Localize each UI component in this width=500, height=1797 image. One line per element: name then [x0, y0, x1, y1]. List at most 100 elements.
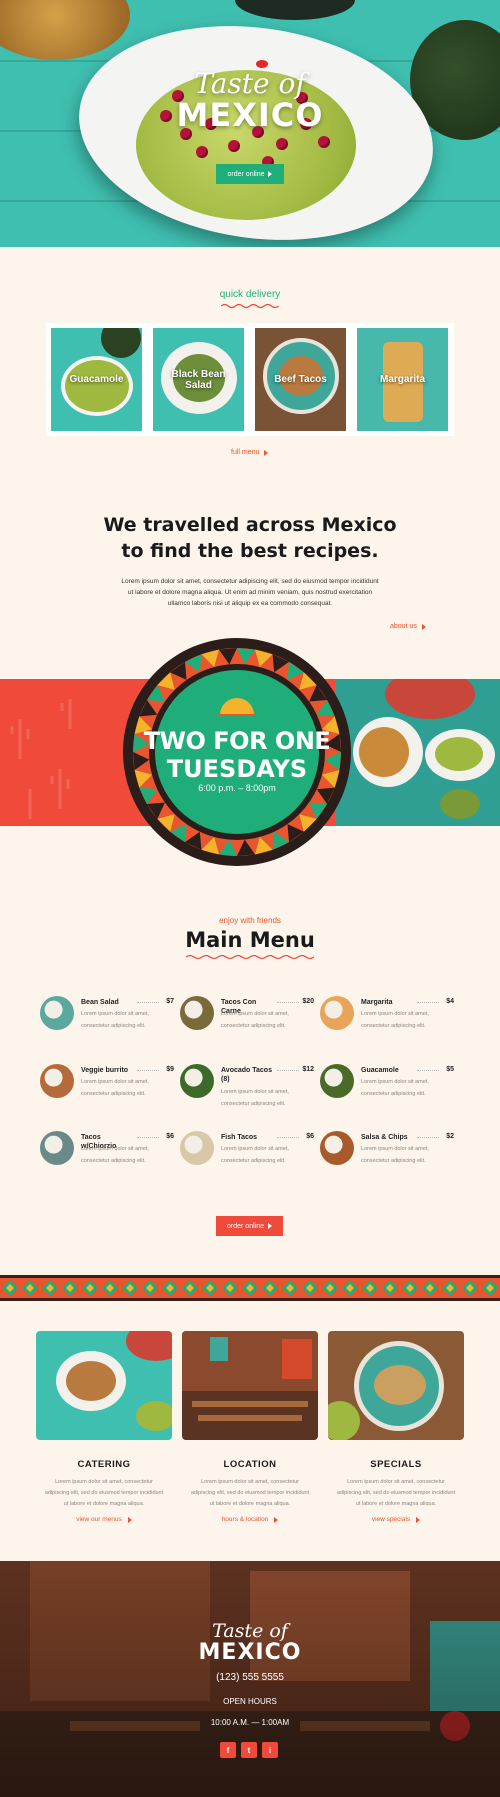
menu-item[interactable]: Tacos Con Carne $20 Lorem ipsum dolor sit …	[180, 996, 314, 1056]
menu-item-photo	[40, 1064, 74, 1098]
squiggle-divider	[186, 954, 314, 960]
card-beef-tacos[interactable]: Beef Tacos	[255, 328, 346, 431]
view-specials-label: view specials	[371, 1516, 411, 1523]
view-specials-link[interactable]: view specials	[328, 1516, 464, 1523]
menu-item-price: $12	[302, 1066, 314, 1073]
quick-delivery-cards: Guacamole Black Bean Salad Beef Tacos Ma…	[46, 323, 454, 436]
arrow-right-icon	[416, 1516, 421, 1523]
footer-logo-script: Taste of	[212, 1620, 288, 1642]
menu-item[interactable]: Guacamole $5 Lorem ipsum dolor sit amet, co…	[320, 1064, 454, 1124]
feature-specials: SPECIALS Lorem ipsum dolor sit amet, con…	[328, 1331, 464, 1523]
location-image	[182, 1331, 318, 1440]
food-spread-image	[335, 679, 500, 826]
menu-item[interactable]: Margarita $4 Lorem ipsum dolor sit amet, co…	[320, 996, 454, 1056]
menu-item[interactable]: Avocado Tacos (8) $12 Lorem ipsum dolor si…	[180, 1064, 314, 1124]
footer-logo[interactable]: Taste of MEXICO	[0, 1622, 500, 1665]
menu-item-photo	[320, 1131, 354, 1165]
menu-item-photo	[180, 996, 214, 1030]
card-guacamole[interactable]: Guacamole	[51, 328, 142, 431]
menu-item-dots	[137, 1002, 159, 1003]
instagram-icon[interactable]: i	[262, 1742, 278, 1758]
menu-item-desc: Lorem ipsum dolor sit amet, consectetur a…	[221, 1146, 289, 1164]
menu-item-price: $5	[446, 1066, 454, 1073]
menu-item-dots	[277, 1070, 299, 1071]
dark-bowl-image	[235, 0, 355, 20]
arrow-right-icon	[421, 623, 426, 630]
two-for-one-emblem[interactable]	[122, 637, 352, 867]
menu-order-online-button[interactable]: order online	[216, 1216, 283, 1236]
logo-script: Taste of	[194, 67, 306, 100]
menu-item-desc: Lorem ipsum dolor sit amet, consectetur a…	[361, 1146, 429, 1164]
menu-item-name: Avocado Tacos (8)	[221, 1067, 272, 1083]
catering-image	[36, 1331, 172, 1440]
arrow-right-icon	[268, 171, 273, 177]
menu-item-name: Salsa & Chips	[361, 1134, 408, 1141]
menu-item-desc: Lorem ipsum dolor sit amet, consectetur a…	[81, 1146, 149, 1164]
menu-item-name: Guacamole	[361, 1067, 399, 1074]
twitter-icon[interactable]: t	[241, 1742, 257, 1758]
menu-item[interactable]: Tacos w/Chiorzio $6 Lorem ipsum dolor sit …	[40, 1131, 174, 1191]
arrow-right-icon	[264, 449, 269, 456]
quick-delivery-heading: quick delivery	[219, 289, 281, 300]
menu-item[interactable]: Veggie burrito $9 Lorem ipsum dolor sit am…	[40, 1064, 174, 1124]
menu-item-dots	[417, 1137, 439, 1138]
menu-item[interactable]: Salsa & Chips $2 Lorem ipsum dolor sit ame…	[320, 1131, 454, 1191]
full-menu-link[interactable]: full menu	[231, 449, 269, 456]
card-label: Margarita	[379, 374, 425, 385]
card-label: Black Bean Salad	[171, 368, 226, 391]
footer-hours: 10:00 A.M. — 1:00AM	[210, 1718, 290, 1727]
footer-phone[interactable]: (123) 555 5555	[0, 1672, 500, 1683]
menu-item-photo	[40, 996, 74, 1030]
about-title: We travelled across Mexico to find the b…	[0, 512, 500, 564]
menu-item-desc: Lorem ipsum dolor sit amet, consectetur a…	[81, 1079, 149, 1097]
menu-kicker: enjoy with friends	[219, 916, 281, 925]
menu-item-photo	[180, 1131, 214, 1165]
hero-order-online-button[interactable]: order online	[216, 164, 284, 184]
feature-title: SPECIALS	[370, 1459, 422, 1470]
menu-item-desc: Lorem ipsum dolor sit amet, consectetur a…	[361, 1011, 429, 1029]
hero-logo[interactable]: Taste of MEXICO	[0, 67, 500, 133]
footer-logo-title: MEXICO	[198, 1640, 302, 1665]
menu-item-desc: Lorem ipsum dolor sit amet, consectetur a…	[81, 1011, 149, 1029]
decorative-pattern-strip	[0, 1275, 500, 1301]
menu-item[interactable]: Fish Tacos $6 Lorem ipsum dolor sit amet, c…	[180, 1131, 314, 1191]
menu-item-photo	[40, 1131, 74, 1165]
menu-item-price: $6	[166, 1133, 174, 1140]
full-menu-label: full menu	[231, 449, 260, 456]
menu-title: Main Menu	[185, 928, 315, 952]
facebook-icon[interactable]: f	[220, 1742, 236, 1758]
menu-item-name: Bean Salad	[81, 999, 119, 1006]
feature-text: Lorem ipsum dolor sit amet, consectetur a…	[336, 1479, 456, 1507]
menu-item-dots	[417, 1002, 439, 1003]
about-us-link[interactable]: about us	[390, 623, 426, 630]
order-online-label: order online	[227, 1222, 264, 1230]
card-black-bean-salad[interactable]: Black Bean Salad	[153, 328, 244, 431]
about-us-label: about us	[390, 623, 417, 630]
card-label: Guacamole	[69, 374, 124, 385]
menu-item-photo	[320, 1064, 354, 1098]
about-text: Lorem ipsum dolor sit amet, consectetur …	[121, 578, 379, 607]
feature-location: LOCATION Lorem ipsum dolor sit amet, con…	[182, 1331, 318, 1523]
hours-location-link[interactable]: hours & location	[182, 1516, 318, 1523]
social-links: f t i	[220, 1742, 278, 1758]
arrow-right-icon	[267, 1223, 272, 1229]
menu-item-photo	[180, 1064, 214, 1098]
order-online-label: order online	[227, 170, 265, 178]
arrow-right-icon	[274, 1516, 279, 1523]
feature-title: CATERING	[77, 1459, 131, 1470]
feature-text: Lorem ipsum dolor sit amet, consectetur a…	[190, 1479, 310, 1507]
menu-item-name: Margarita	[361, 999, 393, 1006]
menu-item[interactable]: Bean Salad $7 Lorem ipsum dolor sit amet, c…	[40, 996, 174, 1056]
menu-item-dots	[277, 1137, 299, 1138]
view-menus-label: view our menus	[76, 1516, 122, 1523]
feature-catering: CATERING Lorem ipsum dolor sit amet, con…	[36, 1331, 172, 1523]
menu-item-desc: Lorem ipsum dolor sit amet, consectetur a…	[221, 1089, 289, 1107]
about-title-line1: We travelled across Mexico	[103, 514, 397, 536]
view-menus-link[interactable]: view our menus	[36, 1516, 172, 1523]
card-label: Beef Tacos	[274, 374, 327, 385]
arrow-right-icon	[127, 1516, 132, 1523]
card-margarita[interactable]: Margarita	[357, 328, 448, 431]
menu-item-price: $4	[446, 998, 454, 1005]
menu-item-photo	[320, 996, 354, 1030]
menu-item-dots	[417, 1070, 439, 1071]
